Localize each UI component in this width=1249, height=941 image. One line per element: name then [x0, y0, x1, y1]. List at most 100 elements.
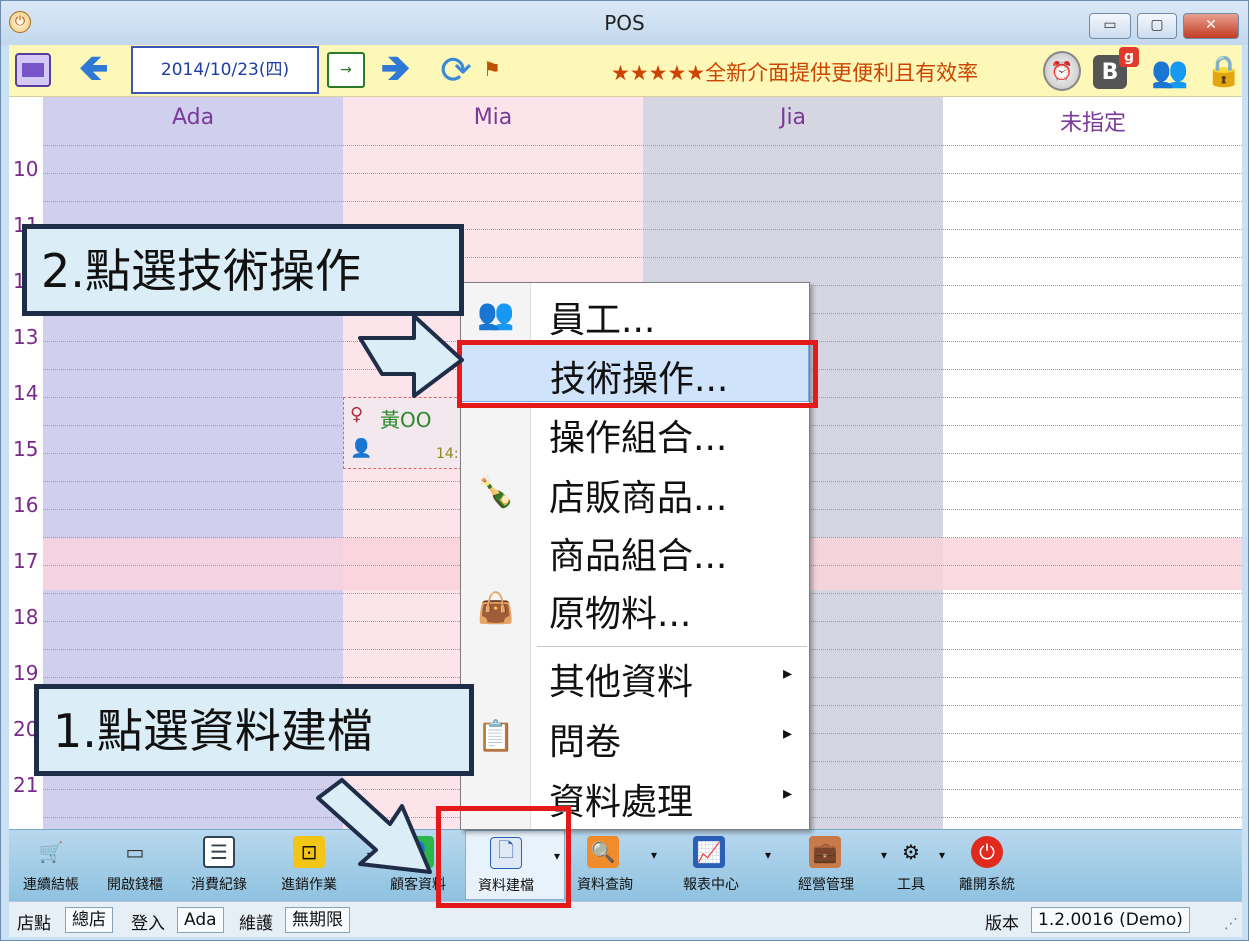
bottom-toolbar: 🛒 連續結帳 ▭ 開啟錢櫃 ☰ 消費紀錄 ⊡ 進銷作業 ▾ 👤 顧客資料 🗋 資… [9, 829, 1242, 901]
open-cash-drawer-button[interactable]: ▭ 開啟錢櫃 [95, 830, 175, 900]
arrow-right-icon[interactable]: 🡺 [381, 51, 410, 87]
checkout-icon: 🛒 [38, 840, 64, 864]
survey-icon: 📋 [477, 718, 515, 754]
maintenance-value: 無期限 [285, 907, 350, 933]
menu-item-label: 其他資料 [549, 662, 694, 703]
callout-arrow-step1-icon [316, 778, 432, 874]
power-icon: ⏻ [971, 836, 1003, 868]
flag-icon: ⚑ [483, 57, 501, 81]
menu-item-operation-combos[interactable]: 操作組合... [461, 403, 809, 461]
menu-item-label: 原物料... [549, 594, 692, 635]
appointment-card[interactable]: ♀ 黃OO 👤 14: [343, 397, 467, 469]
login-label: 登入 [131, 914, 165, 934]
hour-label: 21 [13, 773, 39, 797]
cash-drawer-icon: ▭ [125, 840, 145, 864]
hour-label: 17 [13, 549, 39, 573]
users-icon[interactable]: 👥 [1143, 53, 1197, 91]
menu-item-label: 店販商品... [549, 478, 728, 519]
column-header: Ada [171, 105, 215, 130]
column-header: 未指定 [1059, 111, 1126, 136]
menu-item-raw-materials[interactable]: 👜 原物料... [461, 579, 809, 637]
column-unassigned[interactable]: 未指定 [943, 97, 1242, 829]
dropdown-arrow-icon[interactable]: ▾ [939, 848, 945, 862]
submenu-arrow-icon: ▸ [783, 723, 793, 744]
gear-icon: ⚙ [902, 840, 920, 864]
staff-icon: 👥 [477, 296, 515, 332]
menu-item-other-data[interactable]: 其他資料 ▸ [461, 647, 809, 705]
grid-line [43, 145, 1242, 146]
store-label: 店點 [17, 914, 51, 934]
callout-arrow-step2-icon [358, 314, 464, 398]
button-label: 經營管理 [798, 877, 854, 893]
button-label: 離開系統 [959, 877, 1015, 893]
records-icon: ☰ [203, 836, 235, 868]
button-label: 開啟錢櫃 [107, 877, 163, 893]
report-center-button[interactable]: 📈 報表中心 ▾ [669, 830, 775, 900]
bag-icon: 👜 [477, 590, 515, 626]
female-customer-icon: ♀ [350, 404, 364, 425]
consumption-records-button[interactable]: ☰ 消費紀錄 [179, 830, 259, 900]
button-label: 工具 [897, 877, 925, 893]
data-query-button[interactable]: 🔍 資料查詢 ▾ [567, 830, 663, 900]
status-bar: 店點 總店 登入 Ada 維護 無期限 版本 1.2.0016 (Demo) ⋰ [9, 901, 1242, 937]
menu-item-label: 員工... [549, 300, 656, 341]
arrow-left-icon[interactable]: 🡸 [79, 51, 108, 87]
hour-label: 14 [13, 381, 39, 405]
user-lock-icon[interactable]: 🔒 [1201, 49, 1247, 93]
hour-label: 13 [13, 325, 39, 349]
top-toolbar: 🡸 2014/10/23(四) → 🡺 ⟳ ⚑ ★★★★★全新介面提供更便利且有… [9, 45, 1243, 97]
marquee-text: ★★★★★全新介面提供更便利且有效率 [611, 61, 979, 85]
bottles-icon: 🍾 [477, 474, 515, 510]
menu-item-label: 商品組合... [549, 536, 728, 577]
menu-item-label: 操作組合... [549, 418, 728, 459]
title-bar: ⏻ POS ▭ ▢ ✕ [1, 1, 1248, 45]
exit-system-button[interactable]: ⏻ 離開系統 [947, 830, 1027, 900]
menu-item-label: 問卷 [549, 722, 622, 763]
menu-item-survey[interactable]: 📋 問卷 ▸ [461, 707, 809, 765]
menu-item-retail-products[interactable]: 🍾 店販商品... [461, 463, 809, 521]
hour-label: 15 [13, 437, 39, 461]
maximize-button[interactable]: ▢ [1137, 13, 1177, 39]
refresh-icon[interactable]: ⟳ [433, 48, 479, 92]
resize-grip-icon[interactable]: ⋰ [1224, 916, 1238, 932]
close-button[interactable]: ✕ [1183, 13, 1239, 39]
step1-callout: 1.點選資料建檔 [34, 684, 474, 776]
submenu-arrow-icon: ▸ [783, 783, 793, 804]
minimize-button[interactable]: ▭ [1089, 13, 1131, 39]
grid-line [43, 201, 1242, 202]
hour-label: 18 [13, 605, 39, 629]
google-badge-icon: g [1119, 47, 1139, 67]
appointment-customer: 黃OO [380, 408, 432, 432]
dropdown-arrow-icon[interactable]: ▾ [765, 848, 771, 862]
button-label: 資料查詢 [577, 877, 633, 893]
highlight-data-file-button [436, 806, 571, 908]
continuous-checkout-button[interactable]: 🛒 連續結帳 [11, 830, 91, 900]
menu-item-staff[interactable]: 👥 員工... [461, 285, 809, 343]
search-icon: 🔍 [587, 836, 619, 868]
tools-button[interactable]: ⚙ 工具 ▾ [883, 830, 945, 900]
hour-label: 16 [13, 493, 39, 517]
window-title: POS [604, 11, 645, 35]
menu-item-product-combos[interactable]: 商品組合... [461, 521, 809, 579]
version-label: 版本 [985, 914, 1019, 934]
highlight-technical-operations [457, 340, 818, 408]
date-field[interactable]: 2014/10/23(四) [131, 46, 319, 94]
management-icon: 💼 [809, 836, 841, 868]
dropdown-arrow-icon[interactable]: ▾ [651, 848, 657, 862]
submenu-arrow-icon: ▸ [783, 663, 793, 684]
button-label: 報表中心 [683, 877, 739, 893]
calendar-icon[interactable]: → [327, 52, 365, 88]
business-management-button[interactable]: 💼 經營管理 ▾ [785, 830, 889, 900]
store-value: 總店 [65, 907, 113, 933]
login-value: Ada [177, 907, 224, 933]
monitor-icon[interactable] [15, 53, 51, 87]
button-label: 連續結帳 [23, 877, 79, 893]
appointment-time: 14: [436, 446, 459, 462]
column-header: Mia [473, 105, 513, 130]
grid-line [43, 173, 1242, 174]
button-label: 消費紀錄 [191, 877, 247, 893]
staff-person-icon: 👤 [350, 438, 373, 459]
step2-callout: 2.點選技術操作 [22, 224, 464, 316]
hour-label: 10 [13, 157, 39, 181]
alarm-clock-icon[interactable]: ⏰ [1043, 51, 1081, 91]
